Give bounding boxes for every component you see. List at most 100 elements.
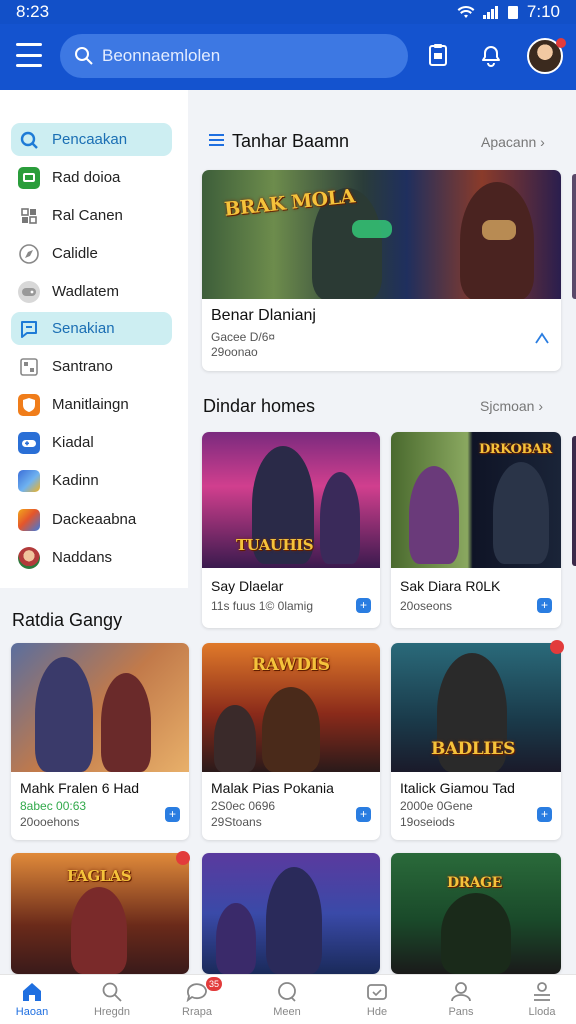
avatar-badge [556,38,566,48]
featured-card-title: Benar Dlanianj [211,307,316,324]
bottom-nav: Haoan Hregdn Rrapa 35 Meen Hde Pans Llod… [0,974,576,1024]
sidebar-item-label: Pencaakan [52,131,128,148]
game-card-title: Mahk Fralen 6 Had [20,780,140,796]
list-icon [209,134,224,146]
game-card[interactable]: BADLIES Italick Giamou Tad 2000e 0Gene 1… [391,643,561,840]
nav-search[interactable]: Hregdn [71,975,153,1024]
featured-card-line1: Gacee D/6¤ [211,330,276,344]
nav-profile[interactable]: Pans [420,975,502,1024]
chevron-right-icon: › [538,398,544,414]
game-card-subtitle: 2S0ec 0696 [211,799,276,813]
sidebar-item-label: Rad doioa [52,169,121,186]
sidebar-item-label: Manitlaingn [52,396,129,413]
app-bar [0,24,576,90]
add-icon[interactable]: + [356,598,371,613]
game-card-image: DRKOBAR [391,432,561,568]
colorful-tile-icon [18,508,40,531]
compass-icon [18,243,40,265]
sidebar-item-10[interactable]: Dackeaabna [11,503,172,536]
game-card-subtitle: 2000e 0Gene [400,799,473,813]
controller-icon [18,431,40,454]
magnify-chat-icon [278,982,296,1002]
sidebar-item-7[interactable]: Manitlaingn [11,388,172,421]
chat-icon [186,983,207,1002]
sidebar-item-8[interactable]: Kiadal [11,426,172,459]
game-card[interactable]: Mahk Fralen 6 Had 8abec 00:63 20ooehons … [11,643,189,840]
game-card-image [202,853,380,974]
game-card[interactable]: DRKOBAR Sak Diara R0LK 20oseons + [391,432,561,628]
game-card-meta: 19oseiods [400,815,455,829]
chevron-right-icon: › [540,134,545,150]
featured-card[interactable]: BRAK MOLA Benar Dlanianj Gacee D/6¤ 29oo… [202,170,561,371]
grid-icon [18,356,40,378]
search-icon [75,47,93,65]
nav-tv[interactable]: Hde [336,975,418,1024]
game-card-subtitle: 11s fuus 1© 0lamig [211,599,314,613]
sidebar-item-4[interactable]: Wadlatem [11,275,172,308]
add-icon[interactable]: + [537,807,552,822]
sidebar-item-label: Wadlatem [52,283,119,300]
game-card[interactable]: DRAGE [391,853,561,974]
game-card-logo: TUAUHIS [236,536,314,554]
featured-card-image: BRAK MOLA [202,170,561,299]
game-card-subtitle: 8abec 00:63 [20,799,87,813]
search-icon [102,982,122,1002]
add-icon[interactable]: + [356,807,371,822]
sidebar-item-label: Dackeaabna [52,511,137,528]
gamepad-icon [18,280,40,303]
game-card[interactable]: FAGLAS [11,853,189,974]
featured-card-line2: 29oonao [211,345,258,359]
game-card-title: Say Dlaelar [211,578,284,594]
sidebar-item-1[interactable]: Rad doioa [11,161,172,194]
game-card-logo: RAWDIS [252,655,330,675]
sidebar-item-9[interactable]: Kadinn [11,464,172,497]
nav-more[interactable]: Lloda [501,975,576,1024]
new-badge [176,851,190,865]
sidebar-item-label: Kiadal [52,434,94,451]
game-card[interactable]: TUAUHIS Say Dlaelar 11s fuus 1© 0lamig + [202,432,380,628]
avatar-icon [18,546,40,569]
section2-see-all[interactable]: Sjcmoan › [480,398,543,414]
game-card-logo: DRKOBAR [479,442,552,457]
nav-home[interactable]: Haoan [0,975,73,1024]
expand-icon[interactable] [535,332,549,344]
sidebar-item-2[interactable]: Ral Canen [11,199,172,232]
game-card-image: DRAGE [391,853,561,974]
game-card-logo: FAGLAS [67,867,132,885]
game-card-meta: 20ooehons [20,815,80,829]
sidebar-item-label: Senakian [52,320,115,337]
sidebar-item-6[interactable]: Santrano [11,350,172,383]
search-input[interactable] [102,46,392,66]
featured-title: Tanhar Baamn [232,131,350,151]
game-card[interactable]: RAWDIS Malak Pias Pokania 2S0ec 0696 29S… [202,643,380,840]
sidebar-item-3[interactable]: Calidle [11,237,172,270]
shield-icon [18,393,40,416]
add-icon[interactable]: + [537,598,552,613]
sidebar-item-0[interactable]: Pencaakan [11,123,172,156]
chat-badge: 35 [206,977,222,991]
sidebar-item-label: Ral Canen [52,207,123,224]
add-icon[interactable]: + [165,807,180,822]
game-card-image [11,643,189,772]
nav-discover[interactable]: Meen [246,975,328,1024]
tv-icon [367,984,387,1000]
nav-chat[interactable]: Rrapa [156,975,238,1024]
sidebar-item-label: Naddans [52,549,113,566]
game-card[interactable] [202,853,380,974]
game-card-title: Italick Giamou Tad [400,780,515,796]
hamburger-menu-button[interactable] [16,43,42,67]
puzzle-icon [18,205,40,227]
sidebar-item-label: Kadinn [52,472,99,489]
sidebar-item-label: Santrano [52,358,113,375]
clipboard-button[interactable] [423,40,453,70]
next-card-peek [572,174,576,299]
notification-button[interactable] [476,40,506,70]
search-bar[interactable] [60,34,408,78]
status-time: 8:23 [16,2,50,21]
search-icon [18,129,40,151]
featured-see-all[interactable]: Apacann › [481,134,545,150]
sidebar-item-11[interactable]: Naddans [11,541,172,574]
sidebar-item-5[interactable]: Senakian [11,312,172,345]
game-card-image: BADLIES [391,643,561,772]
status-clock: 7:10 [526,2,560,21]
